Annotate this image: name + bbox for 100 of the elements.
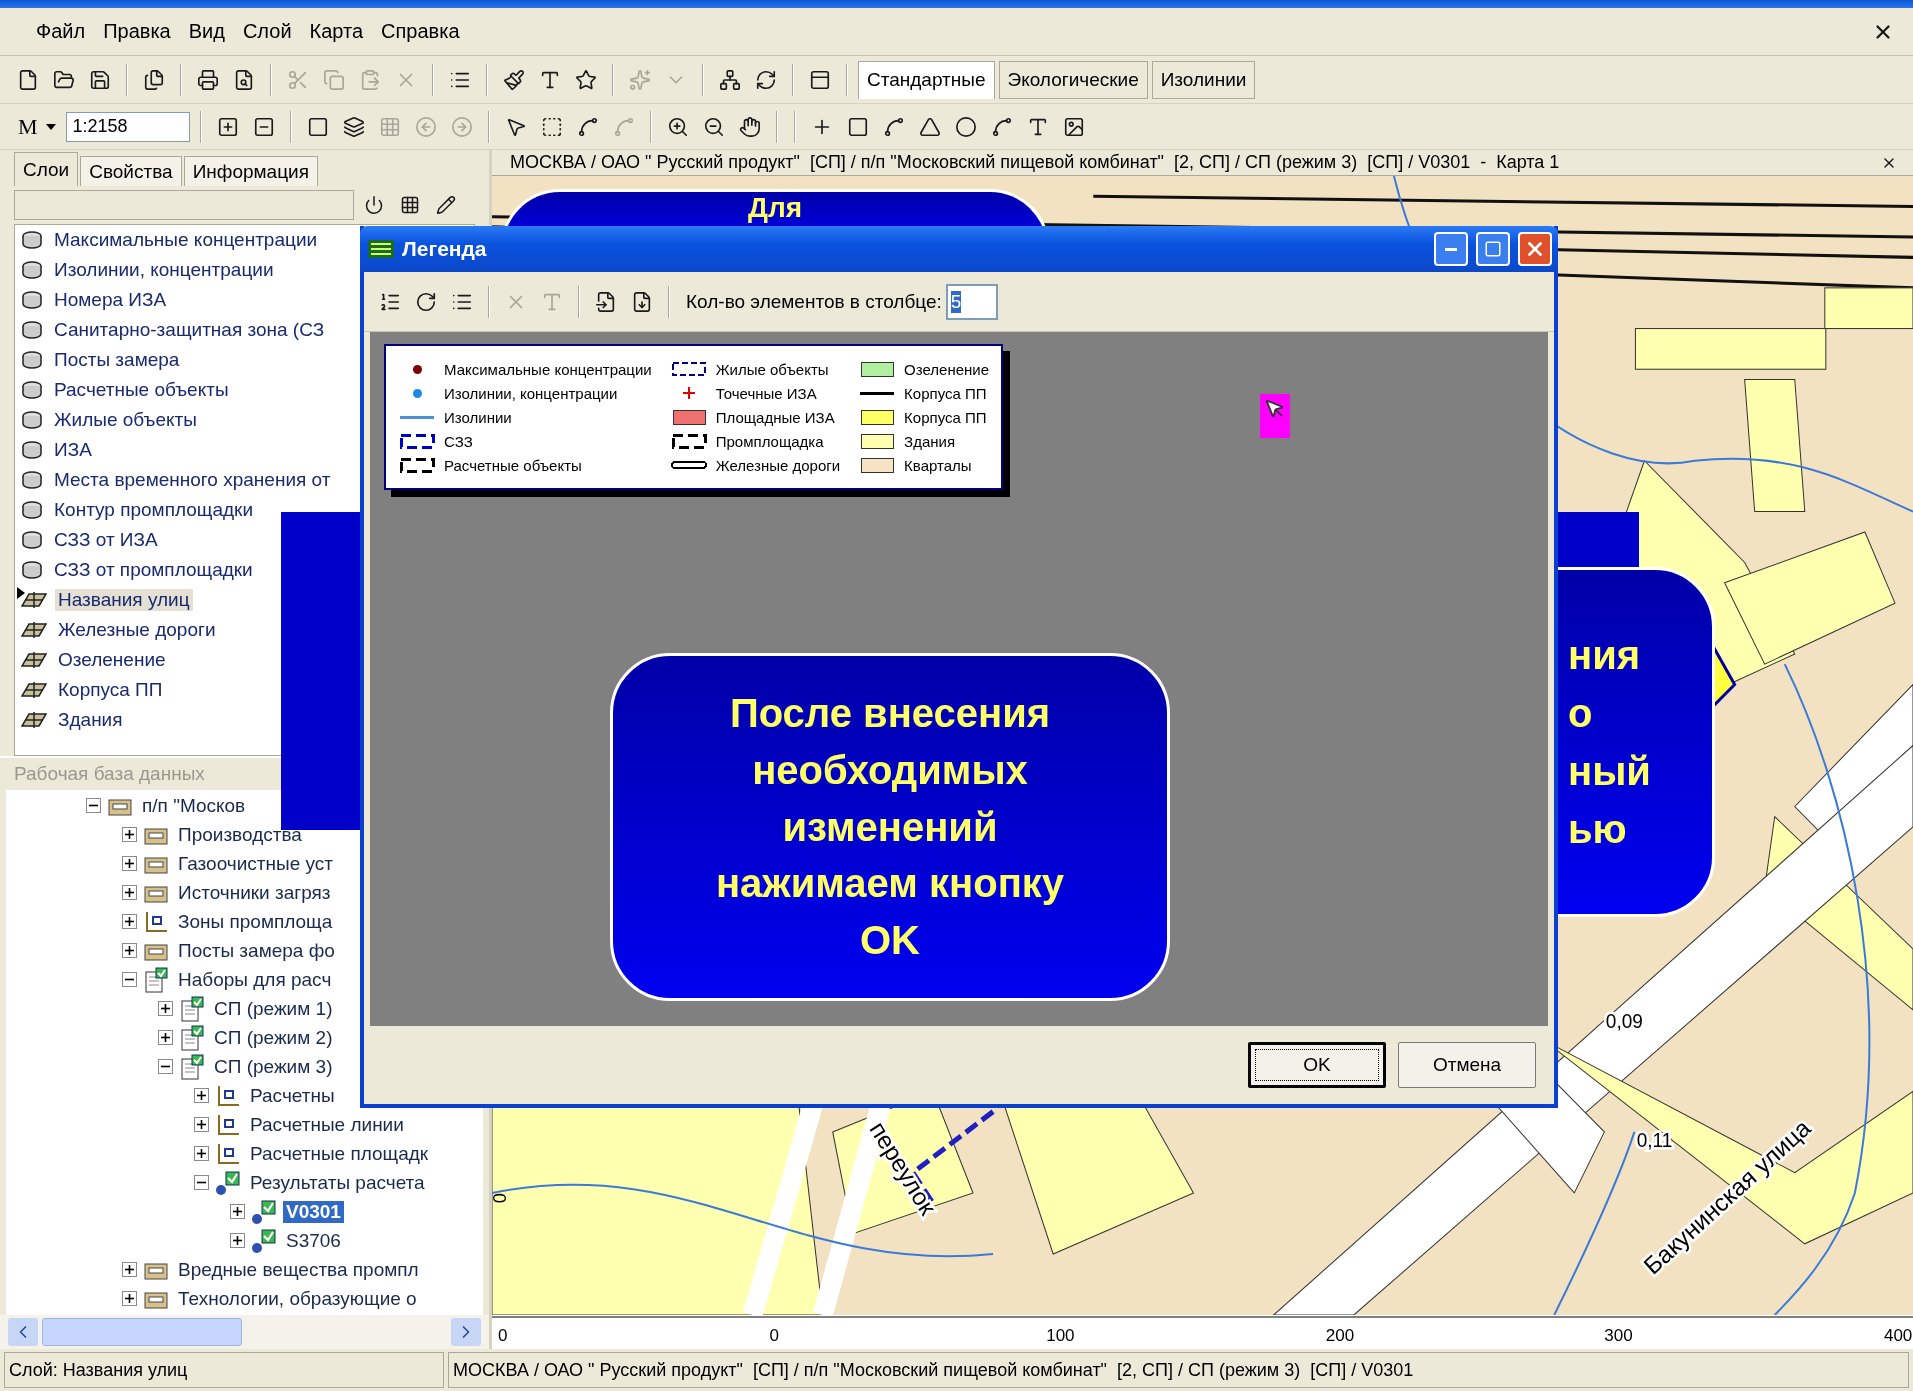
expand-toggle[interactable] [158,1030,173,1045]
tree-item[interactable]: Расчетные площадк [247,1142,432,1165]
expand-toggle[interactable] [122,1262,137,1277]
panel-tab[interactable]: Слои [14,152,79,186]
layer-item[interactable]: СЗЗ от ИЗА [51,529,161,551]
callout-text: Для [747,194,803,222]
ruler-label: 0 [498,1326,508,1345]
layer-item[interactable]: СЗЗ от промплощадки [51,559,256,581]
database-icon [21,291,43,309]
callout-text: необходимых [752,746,1028,794]
scroll-right-button[interactable] [451,1318,481,1346]
collapse-toggle[interactable] [86,798,101,813]
maximize-button[interactable] [1476,232,1510,266]
panel-tab[interactable]: Свойства [80,156,182,186]
dialog-button[interactable]: OK [1248,1042,1386,1088]
tree-item[interactable]: Источники загряз [175,881,334,904]
expand-toggle[interactable] [194,1088,209,1103]
menu-item[interactable]: Карта [301,16,372,47]
database-icon [21,351,43,369]
tree-item[interactable]: Вредные вещества промпл [175,1258,422,1281]
layer-item[interactable]: Расчетные объекты [51,379,232,401]
tree-item[interactable]: Результаты расчета [247,1171,428,1194]
expand-toggle[interactable] [122,885,137,900]
layer-item[interactable]: Изолинии, концентрации [51,259,277,281]
menu-item[interactable]: Вид [180,16,233,47]
layer-item[interactable]: Железные дороги [55,619,219,641]
menu-item[interactable]: Файл [28,16,94,47]
layer-item[interactable]: Номера ИЗА [51,289,170,311]
tree-item[interactable]: Газоочистные уст [175,852,336,875]
layer-item[interactable]: Жилые объекты [51,409,200,431]
layer-item[interactable]: Санитарно-защитная зона (СЗ [51,319,328,341]
database-icon [21,321,43,339]
tree-item[interactable]: Расчетные линии [247,1113,407,1136]
tree-item[interactable]: п/п "Москов [139,794,249,817]
menu-item[interactable]: Правка [95,16,179,47]
layer-item[interactable]: Максимальные концентрации [51,229,321,251]
database-icon [21,381,43,399]
layer-icon [21,591,47,609]
layer-item[interactable]: Здания [55,709,126,731]
tree-item[interactable]: СП (режим 1) [211,997,336,1020]
panel-tab[interactable]: Информация [183,156,318,186]
map-title: МОСКВА / ОАО " Русский продукт" [СП] / п/п "Московский пищевой комбинат" [2, СП] / СП (режим 3) [СП] / V0301 - Карта 1 [510,152,1560,173]
axes-icon [215,1141,241,1166]
layer-item[interactable]: Корпуса ПП [55,679,166,701]
tree-item[interactable]: СП (режим 2) [211,1026,336,1049]
tree-item[interactable]: Производства [175,823,305,846]
layer-item[interactable]: Названия улиц [55,589,193,611]
scroll-left-button[interactable] [8,1318,38,1346]
callout-text: OK [860,917,920,965]
toolbar-tab[interactable]: Стандартные [858,60,995,99]
scroll-thumb[interactable] [42,1318,242,1346]
layer-item[interactable]: Озеленение [55,649,169,671]
expand-toggle[interactable] [122,914,137,929]
toolbar-tab[interactable]: Экологические [998,60,1148,99]
expand-toggle[interactable] [158,1001,173,1016]
ruler-label: 200 [1325,1326,1355,1345]
field-label: Кол-во элементов в столбце: [686,290,942,313]
tree-item[interactable]: Наборы для расч [175,968,335,991]
tree-item[interactable]: Расчетны [247,1084,338,1107]
collapse-toggle[interactable] [122,972,137,987]
layer-item[interactable]: Места временного хранения от [51,469,334,491]
unit-dropdown[interactable]: M [12,110,62,143]
minimize-button[interactable] [1434,232,1468,266]
checklist-icon [143,966,169,993]
tree-item[interactable]: СП (режим 3) [211,1055,336,1078]
toolbar-tab[interactable]: Изолинии [1151,60,1256,99]
tree-item[interactable]: Технологии, образующие о [175,1287,420,1310]
expand-toggle[interactable] [122,827,137,842]
scale-field[interactable]: 1:2158 [65,111,190,142]
count-field[interactable]: 5 [945,283,998,320]
collapse-toggle[interactable] [158,1059,173,1074]
expand-toggle[interactable] [194,1146,209,1161]
maximize-icon [1484,240,1502,258]
database-icon [21,411,43,429]
pointer-marker [17,587,25,599]
legend-label: Здания [904,432,956,450]
cursor-icon [1260,394,1290,438]
expand-toggle[interactable] [122,943,137,958]
tree-item[interactable]: V0301 [283,1200,344,1223]
collapse-toggle[interactable] [194,1175,209,1190]
menu-item[interactable]: Слой [234,16,300,47]
layer-item[interactable]: Посты замера [51,349,183,371]
expand-toggle[interactable] [122,1291,137,1306]
callout-text: После внесения [729,690,1051,737]
layer-item[interactable]: Контур промплощадки [51,499,257,521]
expand-toggle[interactable] [230,1204,245,1219]
database-icon [21,501,43,519]
legend-label: Площадные ИЗА [715,408,835,426]
expand-toggle[interactable] [122,856,137,871]
tree-item[interactable]: Зоны промплоща [175,910,336,933]
layer-item[interactable]: ИЗА [51,439,95,461]
expand-toggle[interactable] [230,1233,245,1248]
tree-item[interactable]: S3706 [283,1229,344,1252]
menu-item[interactable]: Справка [373,16,468,47]
dialog-button[interactable]: Отмена [1398,1042,1536,1088]
close-button[interactable] [1518,232,1552,266]
legend-label: Кварталы [904,456,972,474]
value-label: 0,09 [1605,1011,1643,1033]
expand-toggle[interactable] [194,1117,209,1132]
tree-item[interactable]: Посты замера фо [175,939,338,962]
